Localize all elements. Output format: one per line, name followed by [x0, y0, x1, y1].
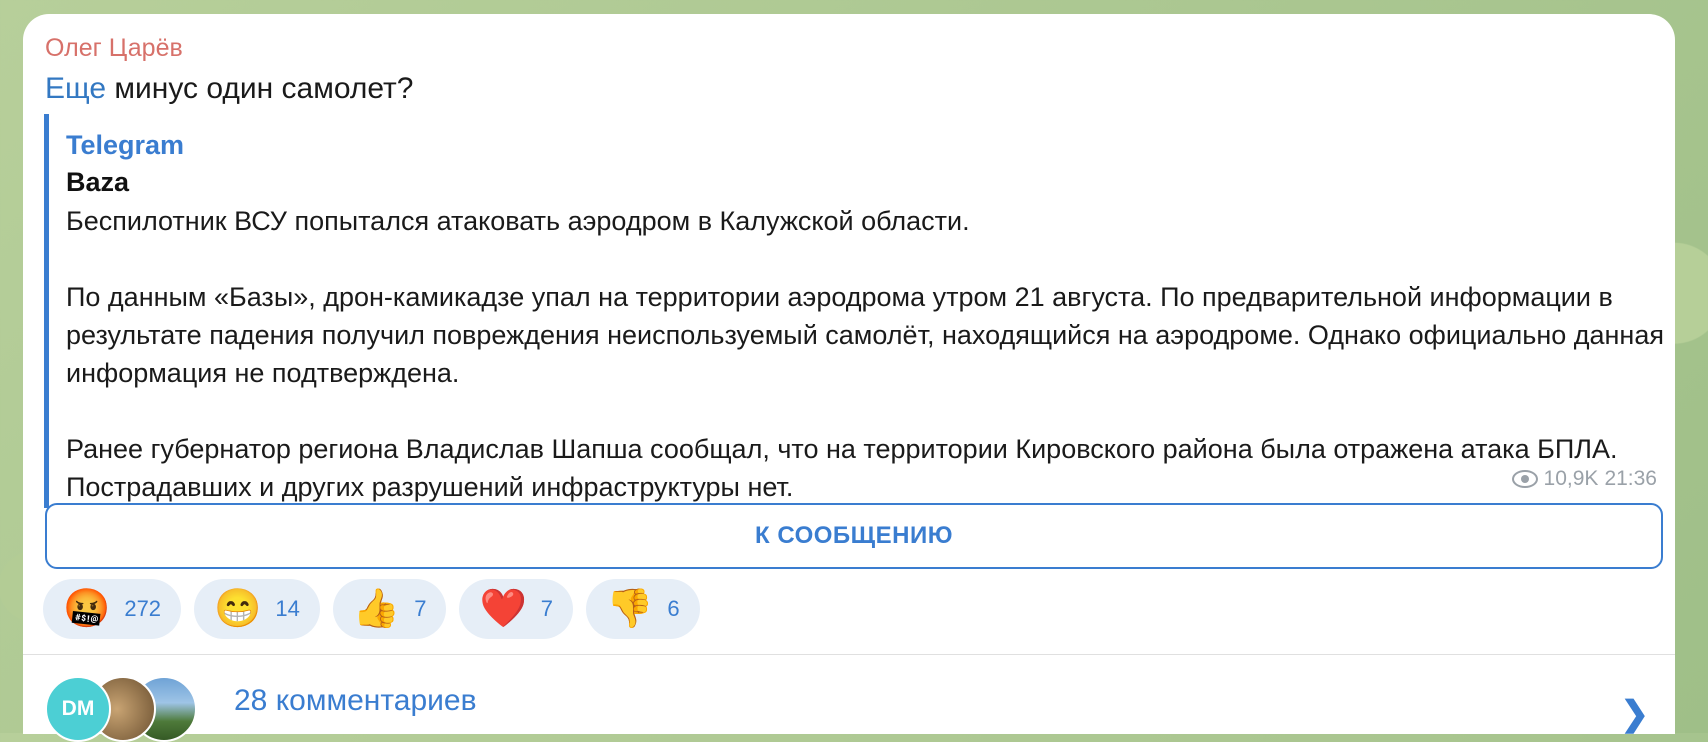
reaction-thumbs-down[interactable]: 👎 6 — [586, 579, 700, 639]
reactions-bar: 🤬 272 😁 14 👍 7 ❤️ 7 👎 6 — [43, 579, 700, 639]
message-bubble: Олег Царёв Еще минус один самолет? Teleg… — [23, 14, 1675, 742]
message-text: Еще минус один самолет? — [45, 72, 413, 106]
reaction-count: 7 — [414, 596, 427, 621]
reaction-count: 272 — [124, 596, 162, 621]
reaction-count: 14 — [275, 596, 300, 621]
grinning-face-icon: 😁 — [214, 588, 262, 630]
sender-name[interactable]: Олег Царёв — [45, 34, 183, 63]
comments-row[interactable]: DM 28 комментариев ❯ — [45, 662, 1659, 742]
message-meta: 10,9K 21:36 — [1511, 467, 1657, 491]
avatar: DM — [45, 676, 111, 742]
go-to-message-button[interactable]: К СООБЩЕНИЮ — [45, 503, 1663, 569]
quote-body: Беспилотник ВСУ попытался атаковать аэро… — [66, 206, 1664, 502]
view-count: 10,9K — [1543, 467, 1599, 490]
eye-icon — [1511, 470, 1538, 488]
thumbs-up-icon: 👍 — [352, 588, 401, 630]
thumbs-down-icon: 👎 — [606, 588, 654, 630]
message-link[interactable]: Еще — [45, 72, 106, 105]
heart-icon: ❤️ — [479, 588, 527, 630]
divider — [23, 654, 1675, 655]
forwarded-quote[interactable]: Telegram Baza Беспилотник ВСУ попытался … — [44, 114, 1689, 508]
reaction-swearing[interactable]: 🤬 272 — [43, 579, 182, 639]
quote-title: Baza — [66, 167, 130, 197]
message-time: 21:36 — [1604, 467, 1657, 490]
reaction-thumbs-up[interactable]: 👍 7 — [332, 579, 447, 639]
reaction-count: 7 — [540, 596, 554, 621]
reaction-heart[interactable]: ❤️ 7 — [459, 579, 574, 639]
swearing-face-icon: 🤬 — [63, 588, 111, 630]
reaction-count: 6 — [667, 596, 680, 621]
quote-source: Telegram — [66, 130, 185, 160]
comments-label: 28 комментариев — [234, 684, 477, 717]
chevron-right-icon: ❯ — [1620, 695, 1650, 733]
reaction-grinning[interactable]: 😁 14 — [194, 579, 320, 639]
message-rest: минус один самолет? — [106, 72, 414, 105]
